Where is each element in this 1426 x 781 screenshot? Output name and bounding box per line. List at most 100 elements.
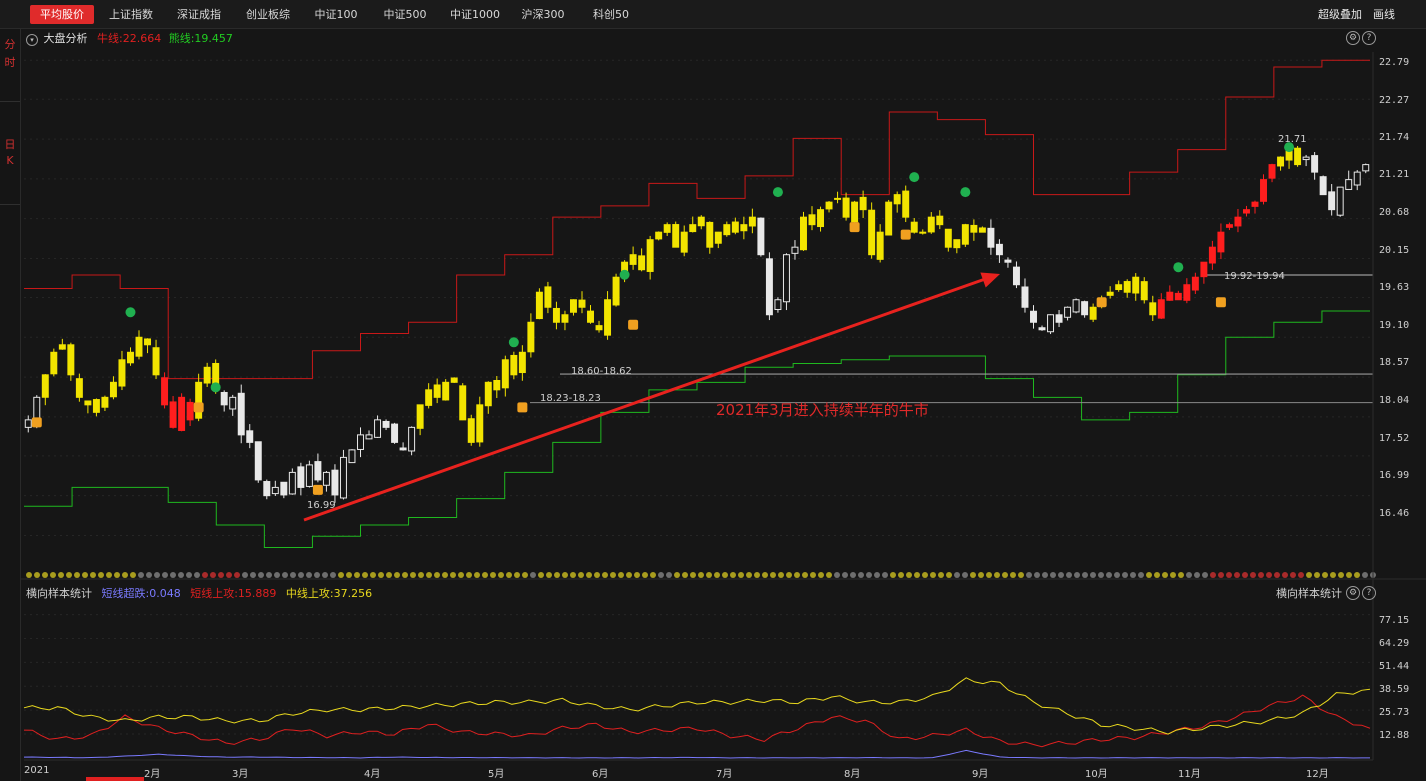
candle-body <box>510 354 518 376</box>
sentiment-dot <box>474 572 480 578</box>
sentiment-dot <box>1034 572 1040 578</box>
sentiment-dot <box>1298 572 1304 578</box>
sentiment-dot <box>1202 572 1208 578</box>
candle-body <box>161 377 169 406</box>
sentiment-dot <box>562 572 568 578</box>
sentiment-dot <box>1346 572 1352 578</box>
analysis-info-bar: ▾ 大盘分析 牛线:22.664 熊线:19.457 <box>26 30 233 46</box>
price-tick: 20.68 <box>1379 207 1410 218</box>
candle-body <box>425 389 433 406</box>
candle-body <box>467 418 475 443</box>
candle-body <box>408 426 416 452</box>
indicator-tick: 51.44 <box>1379 661 1410 672</box>
sentiment-dot <box>1058 572 1064 578</box>
candle-body <box>527 321 535 353</box>
indicator-settings-icon[interactable]: ⚙ <box>1346 586 1360 600</box>
sentiment-dot <box>826 572 832 578</box>
candle-body <box>246 430 254 443</box>
sentiment-dot <box>1362 572 1368 578</box>
sentiment-dot <box>762 572 768 578</box>
trend-annotation: 2021年3月进入持续半年的牛市 <box>716 401 929 419</box>
sentiment-dot <box>242 572 248 578</box>
sentiment-dot <box>34 572 40 578</box>
sell-signal-icon <box>508 337 519 348</box>
sentiment-dot <box>338 572 344 578</box>
sentiment-dot <box>618 572 624 578</box>
sentiment-dot <box>1010 572 1016 578</box>
support-zones <box>530 274 1373 404</box>
candle-body <box>731 221 739 233</box>
sentiment-dot <box>1106 572 1112 578</box>
sentiment-dot <box>906 572 912 578</box>
indicator-lines <box>23 614 1373 781</box>
buy-signal-icon <box>1096 297 1107 308</box>
sentiment-dot <box>602 572 608 578</box>
sentiment-dot <box>426 572 432 578</box>
buy-signal-icon <box>312 484 323 495</box>
sentiment-dot <box>626 572 632 578</box>
candle-body <box>740 224 748 232</box>
chevron-down-icon[interactable]: ▾ <box>26 34 38 46</box>
candle-body <box>885 201 893 236</box>
zone-label-1: 18.60-18.62 <box>571 366 632 377</box>
candle-body <box>144 338 152 346</box>
candle-body <box>578 299 586 308</box>
candle-body <box>382 420 390 428</box>
candle-body <box>1234 216 1242 227</box>
sentiment-dot <box>842 572 848 578</box>
sentiment-dot <box>850 572 856 578</box>
candle-body <box>237 392 245 436</box>
sentiment-dot <box>106 572 112 578</box>
sentiment-dot <box>890 572 896 578</box>
sentiment-dot <box>418 572 424 578</box>
x-tick: 12月 <box>1306 769 1329 780</box>
indicator-help-icon[interactable]: ? <box>1362 586 1376 600</box>
sentiment-dot <box>394 572 400 578</box>
sentiment-dot <box>186 572 192 578</box>
indicator-title-right[interactable]: 横向样本统计 <box>1276 585 1342 601</box>
indicator-tick: 77.15 <box>1379 615 1410 626</box>
sentiment-dot <box>1186 572 1192 578</box>
candle-body <box>399 447 407 451</box>
sentiment-dot <box>938 572 944 578</box>
bull-line-value: 牛线:22.664 <box>97 32 162 45</box>
sentiment-dot <box>930 572 936 578</box>
x-tick: 2021 <box>24 765 50 776</box>
candle-body <box>339 456 347 499</box>
sentiment-dot <box>370 572 376 578</box>
zone-label-3: 19.92-19.94 <box>1224 271 1285 282</box>
sentiment-dot <box>434 572 440 578</box>
sell-signal-icon <box>909 172 920 183</box>
candle-body <box>655 231 663 240</box>
candle-body <box>484 381 492 407</box>
candle-body <box>1174 292 1182 301</box>
buy-signal-icon <box>31 417 42 428</box>
candle-body <box>322 471 330 486</box>
candle-body <box>552 307 560 323</box>
sentiment-dot <box>690 572 696 578</box>
sentiment-dot <box>90 572 96 578</box>
candle-body <box>518 351 526 374</box>
candle-body <box>357 434 364 450</box>
settings-icon[interactable]: ⚙ <box>1346 31 1360 45</box>
sentiment-dot <box>130 572 136 578</box>
candle-body <box>774 299 782 311</box>
sentiment-dot <box>554 572 560 578</box>
sentiment-dot <box>498 572 504 578</box>
sentiment-dot <box>402 572 408 578</box>
candle-body <box>101 396 109 408</box>
buy-signal-icon <box>1215 297 1226 308</box>
sentiment-dot <box>802 572 808 578</box>
sentiment-dot <box>1226 572 1232 578</box>
sentiment-dot <box>786 572 792 578</box>
candle-body <box>851 201 859 223</box>
x-tick: 8月 <box>844 769 861 780</box>
help-icon[interactable]: ? <box>1362 31 1376 45</box>
mid-attack-value: 中线上攻:37.256 <box>285 587 373 600</box>
candle-body <box>365 434 373 440</box>
analysis-dropdown[interactable]: 大盘分析 <box>44 32 88 45</box>
sentiment-dot <box>378 572 384 578</box>
candle-body <box>1123 281 1131 293</box>
candle-body <box>501 359 509 389</box>
candle-body <box>1345 179 1353 190</box>
